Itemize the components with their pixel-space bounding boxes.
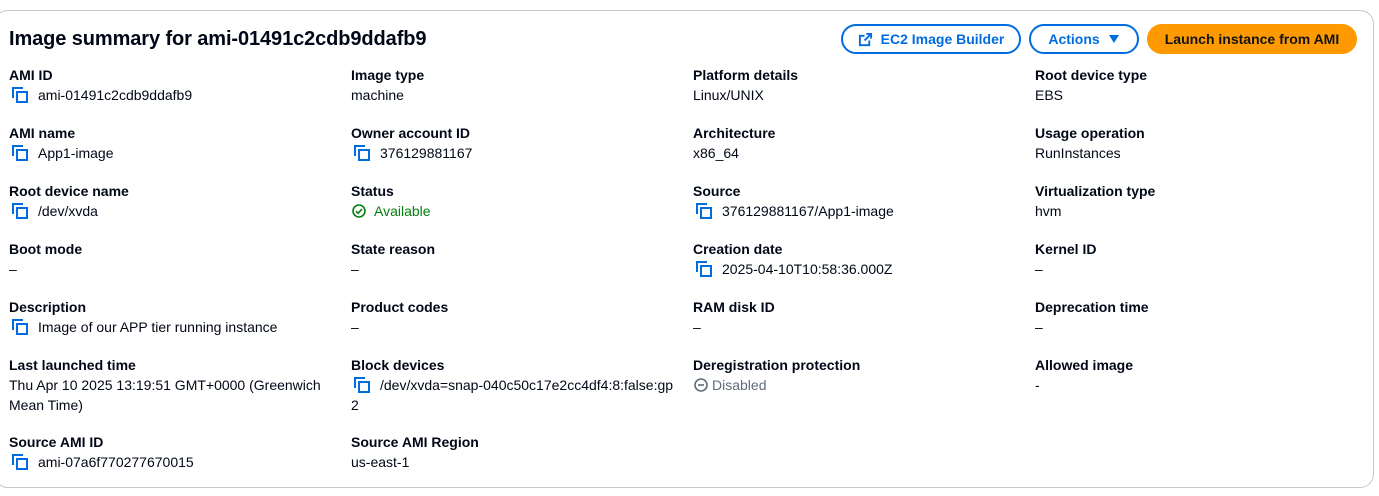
field-value: – (1035, 319, 1043, 335)
caret-down-icon (1108, 35, 1119, 43)
field-last-launched-time: Last launched time Thu Apr 10 2025 13:19… (9, 356, 351, 433)
field-source: Source 376129881167/App1-image (693, 182, 1035, 240)
field-label: Kernel ID (1035, 241, 1097, 257)
actions-label: Actions (1048, 31, 1100, 47)
field-value: – (351, 261, 359, 277)
field-label: RAM disk ID (693, 299, 775, 315)
field-value: ami-01491c2cdb9ddafb9 (38, 87, 193, 103)
copy-icon[interactable] (12, 87, 28, 103)
field-kernel-id: Kernel ID – (1035, 240, 1369, 298)
field-label: Source (693, 183, 741, 199)
field-usage-operation: Usage operation RunInstances (1035, 124, 1369, 182)
field-value: 376129881167 (380, 145, 473, 161)
summary-header: Image summary for ami-01491c2cdb9ddafb9 … (9, 24, 1357, 54)
field-state-reason: State reason – (351, 240, 693, 298)
field-root-device-name: Root device name /dev/xvda (9, 182, 351, 240)
field-label: AMI name (9, 125, 76, 141)
launch-instance-button[interactable]: Launch instance from AMI (1147, 24, 1357, 54)
field-label: AMI ID (9, 67, 53, 83)
field-root-device-type: Root device type EBS (1035, 66, 1369, 124)
header-actions: EC2 Image Builder Actions Launch instanc… (841, 24, 1357, 54)
field-allowed-image: Allowed image - (1035, 356, 1369, 433)
field-ami-name: AMI name App1-image (9, 124, 351, 182)
field-value: ami-07a6f770277670015 (38, 454, 194, 470)
ec2-image-builder-label: EC2 Image Builder (880, 31, 1005, 47)
field-label: Deprecation time (1035, 299, 1149, 315)
field-value: RunInstances (1035, 145, 1121, 161)
field-label: Creation date (693, 241, 783, 257)
page-title: Image summary for ami-01491c2cdb9ddafb9 (9, 27, 427, 50)
field-value: machine (351, 87, 404, 103)
field-label: Boot mode (9, 241, 83, 257)
field-value: – (693, 319, 701, 335)
field-label: Product codes (351, 299, 449, 315)
details-grid: AMI ID ami-01491c2cdb9ddafb9 Image type … (9, 66, 1369, 491)
field-value: – (9, 261, 17, 277)
field-value: Image of our APP tier running instance (38, 319, 278, 335)
actions-dropdown-button[interactable]: Actions (1029, 24, 1139, 54)
field-block-devices: Block devices /dev/xvda=snap-040c50c17e2… (351, 356, 693, 433)
field-label: Architecture (693, 125, 776, 141)
field-boot-mode: Boot mode – (9, 240, 351, 298)
copy-icon[interactable] (12, 319, 28, 335)
field-value: x86_64 (693, 145, 739, 161)
field-source-ami-region: Source AMI Region us-east-1 (351, 433, 693, 491)
ec2-image-builder-button[interactable]: EC2 Image Builder (841, 24, 1021, 54)
field-label: State reason (351, 241, 436, 257)
check-circle-icon (352, 204, 366, 218)
external-link-icon (858, 32, 872, 46)
field-label: Image type (351, 67, 425, 83)
field-deregistration-protection: Deregistration protection Disabled (693, 356, 1035, 433)
status-badge: Available (374, 203, 431, 219)
field-value: 2025-04-10T10:58:36.000Z (722, 261, 893, 277)
field-deprecation-time: Deprecation time – (1035, 298, 1369, 356)
field-source-ami-id: Source AMI ID ami-07a6f770277670015 (9, 433, 351, 491)
field-value: - (1035, 377, 1040, 393)
field-value: hvm (1035, 203, 1062, 219)
field-value: us-east-1 (351, 454, 410, 470)
field-label: Block devices (351, 357, 445, 373)
field-label: Source AMI ID (9, 434, 104, 450)
field-ami-id: AMI ID ami-01491c2cdb9ddafb9 (9, 66, 351, 124)
field-value: 376129881167/App1-image (722, 203, 894, 219)
field-value: Disabled (712, 377, 767, 393)
field-label: Root device name (9, 183, 129, 199)
field-ram-disk-id: RAM disk ID – (693, 298, 1035, 356)
field-value: /dev/xvda=snap-040c50c17e2cc4df4:8:false… (351, 377, 674, 413)
field-platform-details: Platform details Linux/UNIX (693, 66, 1035, 124)
field-description: Description Image of our APP tier runnin… (9, 298, 351, 356)
field-status: Status Available (351, 182, 693, 240)
field-image-type: Image type machine (351, 66, 693, 124)
minus-circle-icon (694, 378, 708, 392)
field-value: /dev/xvda (38, 203, 98, 219)
copy-icon[interactable] (696, 261, 712, 277)
field-label: Platform details (693, 67, 799, 83)
field-value: EBS (1035, 87, 1064, 103)
field-label: Owner account ID (351, 125, 471, 141)
field-virtualization-type: Virtualization type hvm (1035, 182, 1369, 240)
field-label: Virtualization type (1035, 183, 1156, 199)
field-label: Usage operation (1035, 125, 1145, 141)
field-architecture: Architecture x86_64 (693, 124, 1035, 182)
copy-icon[interactable] (354, 145, 370, 161)
field-value: – (1035, 261, 1043, 277)
field-owner-account-id: Owner account ID 376129881167 (351, 124, 693, 182)
field-value: Linux/UNIX (693, 87, 764, 103)
field-value: App1-image (38, 145, 114, 161)
field-label: Deregistration protection (693, 357, 861, 373)
field-label: Root device type (1035, 67, 1148, 83)
copy-icon[interactable] (12, 145, 28, 161)
field-creation-date: Creation date 2025-04-10T10:58:36.000Z (693, 240, 1035, 298)
field-label: Status (351, 183, 394, 199)
field-label: Allowed image (1035, 357, 1134, 373)
copy-icon[interactable] (12, 203, 28, 219)
field-product-codes: Product codes – (351, 298, 693, 356)
field-value: – (351, 319, 359, 335)
field-label: Last launched time (9, 357, 136, 373)
copy-icon[interactable] (696, 203, 712, 219)
field-value: Thu Apr 10 2025 13:19:51 GMT+0000 (Green… (9, 377, 321, 413)
copy-icon[interactable] (12, 454, 28, 470)
field-label: Source AMI Region (351, 434, 479, 450)
field-label: Description (9, 299, 87, 315)
